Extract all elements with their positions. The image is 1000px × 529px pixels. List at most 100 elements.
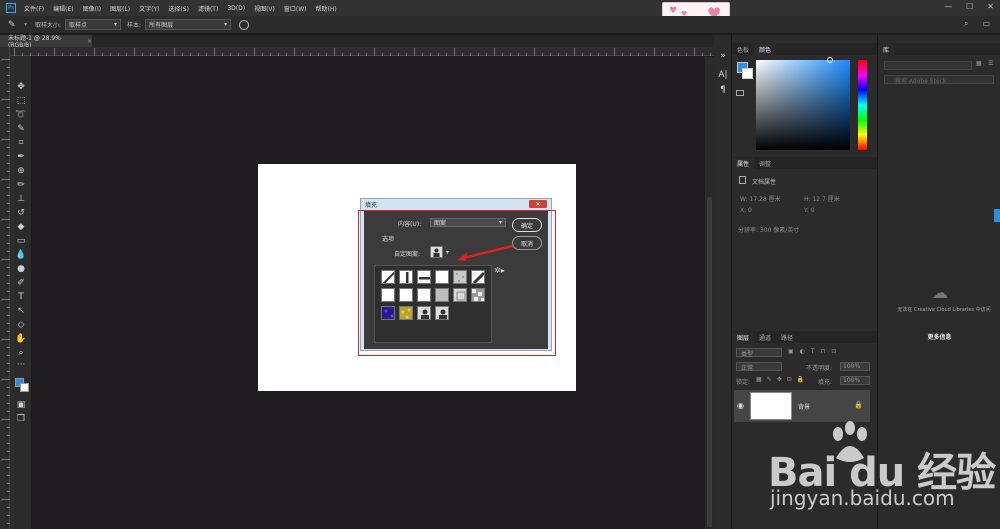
hand-tool-icon[interactable]: ✋ (10, 332, 32, 345)
maximize-button[interactable]: ☐ (966, 2, 973, 11)
gradient-tool-icon[interactable]: ▭ (10, 234, 32, 247)
clone-stamp-tool-icon[interactable]: ⊥ (10, 192, 32, 205)
tab-swatches[interactable]: 色板 (732, 44, 754, 55)
blend-mode-dropdown[interactable]: 正常 (736, 362, 782, 372)
menu-window[interactable]: 窗口(W) (284, 4, 307, 13)
ruler-tick (190, 53, 191, 56)
tab-channels[interactable]: 通道 (754, 332, 776, 343)
panel-background-swatch[interactable] (742, 68, 753, 79)
tab-layers[interactable]: 图层 (732, 332, 755, 343)
type-tool-icon[interactable]: T (10, 290, 32, 303)
move-tool-icon[interactable]: ✥ (10, 80, 32, 93)
brush-tool-icon[interactable]: ✏ (10, 178, 32, 191)
blur-tool-icon[interactable]: 💧 (10, 248, 32, 261)
tab-libraries[interactable]: 库 (878, 44, 895, 55)
workspace-icon[interactable]: ▭ (982, 19, 990, 29)
layer-thumbnail (750, 392, 792, 420)
quick-mask-icon[interactable]: ▣ (10, 398, 32, 411)
menu-help[interactable]: 帮助(H) (316, 4, 337, 13)
ruler-tick (414, 48, 415, 56)
fill-input[interactable]: 100% (840, 376, 870, 385)
eyedropper-tool-icon[interactable]: ✒ (10, 150, 32, 163)
menu-view[interactable]: 视图(V) (254, 4, 275, 13)
chevron-down-icon[interactable]: ▾ (24, 21, 27, 28)
tools-panel: ✥ ⬚ ➰ ✎ ⌗ ✒ ⊕ ✏ ⊥ ↺ ◆ ▭ 💧 ● ✐ T ↖ ◇ ✋ ⌕ … (10, 56, 32, 529)
layer-lock-icon[interactable]: 🔒 (854, 401, 863, 409)
crop-tool-icon[interactable]: ⌗ (10, 136, 32, 149)
menu-3d[interactable]: 3D(D) (227, 5, 245, 12)
menu-filter[interactable]: 滤镜(T) (198, 4, 218, 13)
dialog-close-button[interactable]: ✕ (529, 200, 547, 208)
hue-slider[interactable] (858, 60, 867, 150)
sample-size-dropdown[interactable]: 取样点 ▾ (65, 19, 122, 30)
layer-row-background[interactable]: ◉ 背景 🔒 (734, 390, 870, 422)
menu-select[interactable]: 选择(S) (168, 4, 189, 13)
layer-name[interactable]: 背景 (798, 402, 810, 411)
ruler-tick (710, 53, 711, 56)
paragraph-panel-icon[interactable]: ¶ (717, 85, 729, 95)
layer-kind-filter[interactable]: 类型 (736, 348, 782, 358)
eraser-tool-icon[interactable]: ◆ (10, 220, 32, 233)
marquee-tool-icon[interactable]: ⬚ (10, 94, 32, 107)
minimize-button[interactable]: — (944, 2, 952, 11)
layer-filter-icons[interactable]: ▣◐T⊓⊡ (788, 348, 842, 355)
path-select-tool-icon[interactable]: ↖ (10, 304, 32, 317)
dodge-tool-icon[interactable]: ● (10, 262, 32, 275)
scrollbar-thumb[interactable] (707, 197, 712, 527)
list-view-icon[interactable]: ☰ (988, 60, 993, 67)
ruler-left[interactable] (0, 47, 10, 529)
dialog-titlebar[interactable]: 填充 ✕ (361, 199, 551, 210)
menu-file[interactable]: 文件(F) (24, 4, 44, 13)
tab-paths[interactable]: 路径 (776, 332, 798, 343)
sampling-ring-icon[interactable] (239, 19, 250, 30)
ruler-tick (614, 48, 615, 56)
lock-icons[interactable]: ▦✎✥⊡🔒 (756, 376, 809, 383)
ruler-tick (166, 53, 167, 56)
ruler-tick (214, 48, 215, 56)
chevron-down-icon: ▾ (114, 21, 118, 28)
history-brush-tool-icon[interactable]: ↺ (10, 206, 32, 219)
gamut-warning-icon[interactable] (736, 90, 744, 96)
panel-edge-tab[interactable] (994, 209, 1000, 222)
properties-heading: 文档属性 (752, 179, 777, 186)
menu-edit[interactable]: 编辑(E) (53, 4, 73, 13)
stock-search-input[interactable]: 搜索 Adobe Stock (884, 75, 994, 85)
tab-properties[interactable]: 属性 (732, 158, 755, 169)
opacity-input[interactable]: 100% (840, 362, 870, 371)
background-color-swatch[interactable] (20, 383, 29, 392)
grid-view-icon[interactable]: ▦ (976, 60, 982, 67)
color-picker-cursor[interactable] (827, 57, 833, 63)
ruler-tick (422, 53, 423, 56)
tab-adjustments[interactable]: 调整 (754, 158, 776, 169)
tab-color[interactable]: 颜色 (754, 44, 777, 55)
close-window-button[interactable]: ✕ (987, 2, 994, 11)
pen-tool-icon[interactable]: ✐ (10, 276, 32, 289)
vertical-scrollbar[interactable] (705, 57, 714, 529)
menu-image[interactable]: 图像(I) (83, 4, 101, 13)
cloud-unavailable-text: 无法在 Creative Cloud Libraries 中访问 (897, 307, 991, 313)
screen-mode-icon[interactable]: ❐ (10, 412, 32, 425)
more-info-link[interactable]: 更多信息 (878, 332, 1000, 341)
eyedropper-icon[interactable]: ✎ (8, 20, 24, 30)
close-tab-icon[interactable]: × (87, 38, 92, 45)
more-tools-icon[interactable]: ··· (10, 358, 32, 371)
ruler-tick (582, 53, 583, 56)
quick-select-tool-icon[interactable]: ✎ (10, 122, 32, 135)
sample-dropdown[interactable]: 所有图层 ▾ (145, 19, 232, 30)
ruler-tick (1, 299, 10, 300)
search-icon[interactable]: ⌕ (964, 19, 968, 29)
layer-visibility-eye-icon[interactable]: ◉ (737, 401, 744, 410)
collapse-panels-icon[interactable]: » (717, 51, 729, 61)
library-dropdown[interactable] (884, 61, 972, 70)
ruler-tick (590, 53, 591, 56)
character-panel-icon[interactable]: A| (717, 70, 729, 80)
healing-brush-tool-icon[interactable]: ⊕ (10, 164, 32, 177)
shape-tool-icon[interactable]: ◇ (10, 318, 32, 331)
lasso-tool-icon[interactable]: ➰ (10, 108, 32, 121)
menu-layer[interactable]: 图层(L) (110, 4, 130, 13)
document-tab[interactable]: 未标题-1 @ 28.9%(RGB/8) × (0, 35, 92, 49)
menu-type[interactable]: 文字(Y) (139, 4, 159, 13)
color-picker-field[interactable] (756, 60, 850, 150)
ruler-tick (278, 53, 279, 56)
ruler-top[interactable] (10, 47, 714, 56)
